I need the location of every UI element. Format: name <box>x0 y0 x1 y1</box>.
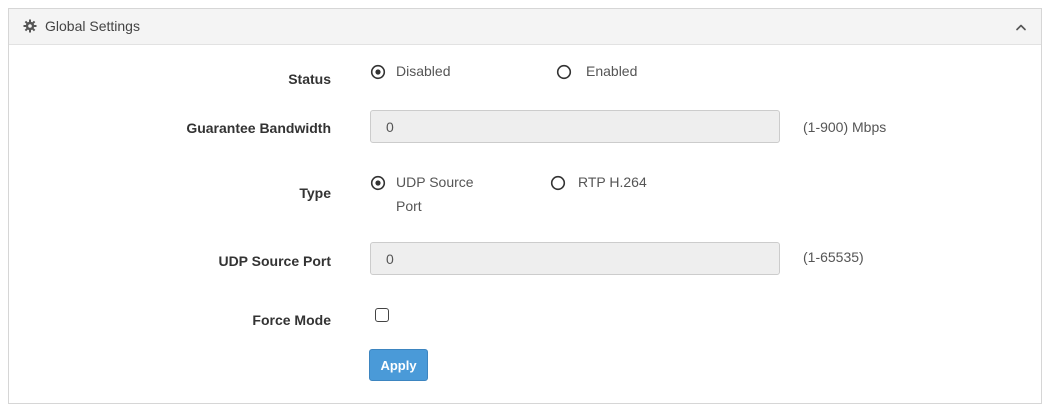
type-udp-source-label: UDP Source <box>396 174 474 190</box>
panel-header[interactable]: Global Settings <box>9 9 1041 45</box>
global-settings-panel: Global Settings Status Disabled Enabled … <box>8 8 1042 404</box>
apply-button[interactable]: Apply <box>369 349 428 381</box>
gear-icon <box>23 19 37 33</box>
udp-source-port-input[interactable] <box>370 242 780 275</box>
guarantee-bandwidth-label: Guarantee Bandwidth <box>186 120 331 136</box>
udp-source-port-hint: (1-65535) <box>803 249 864 265</box>
collapse-button[interactable] <box>1011 17 1031 37</box>
status-disabled-radio[interactable] <box>370 64 386 80</box>
panel-title: Global Settings <box>45 18 140 34</box>
status-enabled-radio[interactable] <box>556 64 572 80</box>
type-rtp-h264-label: RTP H.264 <box>578 174 647 190</box>
udp-source-port-label: UDP Source Port <box>218 253 331 269</box>
force-mode-checkbox[interactable] <box>375 308 389 322</box>
type-udp-port-label: Port <box>396 198 422 214</box>
guarantee-bandwidth-input[interactable] <box>370 110 780 143</box>
type-udp-source-port-radio[interactable] <box>370 175 386 191</box>
status-label: Status <box>288 71 331 87</box>
type-label: Type <box>299 185 331 201</box>
force-mode-label: Force Mode <box>252 312 331 328</box>
status-enabled-label: Enabled <box>586 63 638 79</box>
guarantee-bandwidth-hint: (1-900) Mbps <box>803 119 887 135</box>
status-disabled-label: Disabled <box>396 63 451 79</box>
type-rtp-h264-radio[interactable] <box>550 175 566 191</box>
chevron-up-icon <box>1016 24 1026 31</box>
